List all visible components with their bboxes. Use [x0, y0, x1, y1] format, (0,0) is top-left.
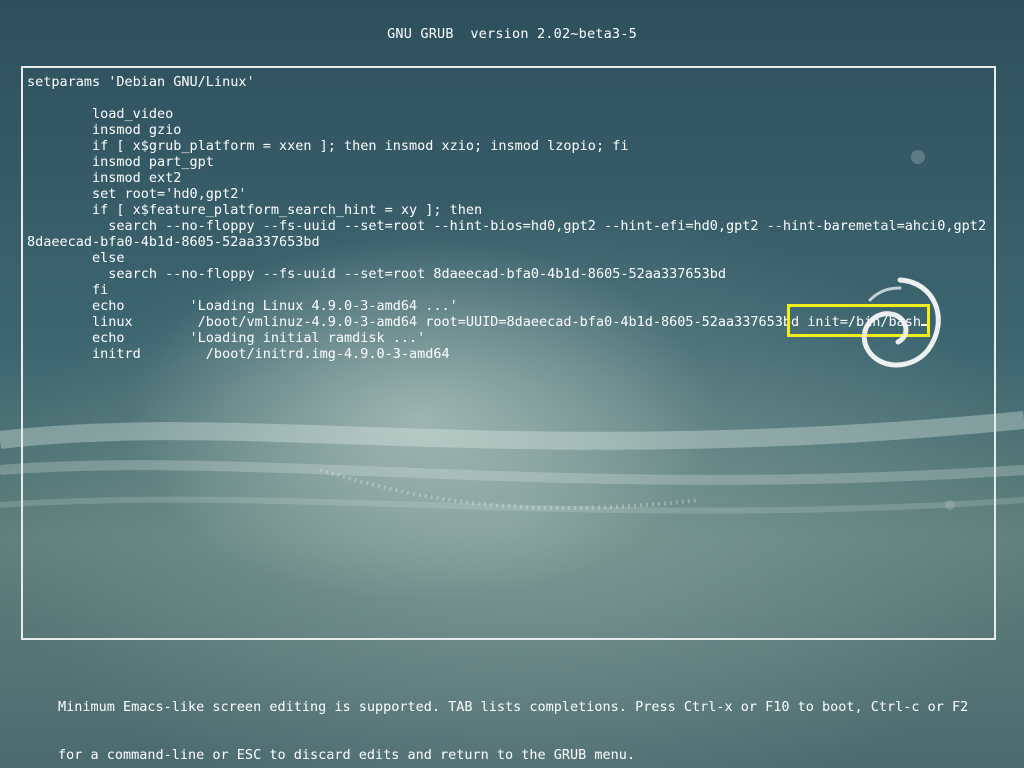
grub-title: GNU GRUB version 2.02~beta3-5 — [387, 26, 637, 42]
grub-entry-editor[interactable]: setparams 'Debian GNU/Linux' load_video … — [21, 66, 996, 640]
editor-line[interactable]: insmod ext2 — [27, 170, 992, 186]
editor-line[interactable]: else — [27, 250, 992, 266]
editor-line[interactable]: fi — [27, 282, 992, 298]
help-text: Minimum Emacs-like screen editing is sup… — [58, 667, 998, 768]
editor-line[interactable] — [27, 90, 992, 106]
editor-line[interactable]: setparams 'Debian GNU/Linux' — [27, 74, 992, 90]
editor-line[interactable]: initrd /boot/initrd.img-4.9.0-3-amd64 — [27, 346, 992, 362]
editor-line[interactable]: insmod part_gpt — [27, 154, 992, 170]
editor-line[interactable]: set root='hd0,gpt2' — [27, 186, 992, 202]
editor-line[interactable]: 8daeecad-bfa0-4b1d-8605-52aa337653bd — [27, 234, 992, 250]
editor-line[interactable]: search --no-floppy --fs-uuid --set=root … — [27, 218, 992, 234]
editor-line[interactable]: search --no-floppy --fs-uuid --set=root … — [27, 266, 992, 282]
editor-line[interactable]: insmod gzio — [27, 122, 992, 138]
help-line-1: Minimum Emacs-like screen editing is sup… — [58, 699, 969, 715]
editor-line[interactable]: if [ x$grub_platform = xxen ]; then insm… — [27, 138, 992, 154]
editor-text-area[interactable]: setparams 'Debian GNU/Linux' load_video … — [27, 74, 992, 634]
help-line-2: for a command-line or ESC to discard edi… — [58, 747, 636, 763]
editor-line[interactable]: load_video — [27, 106, 992, 122]
editor-line[interactable]: if [ x$feature_platform_search_hint = xy… — [27, 202, 992, 218]
init-param-highlight — [787, 304, 930, 337]
